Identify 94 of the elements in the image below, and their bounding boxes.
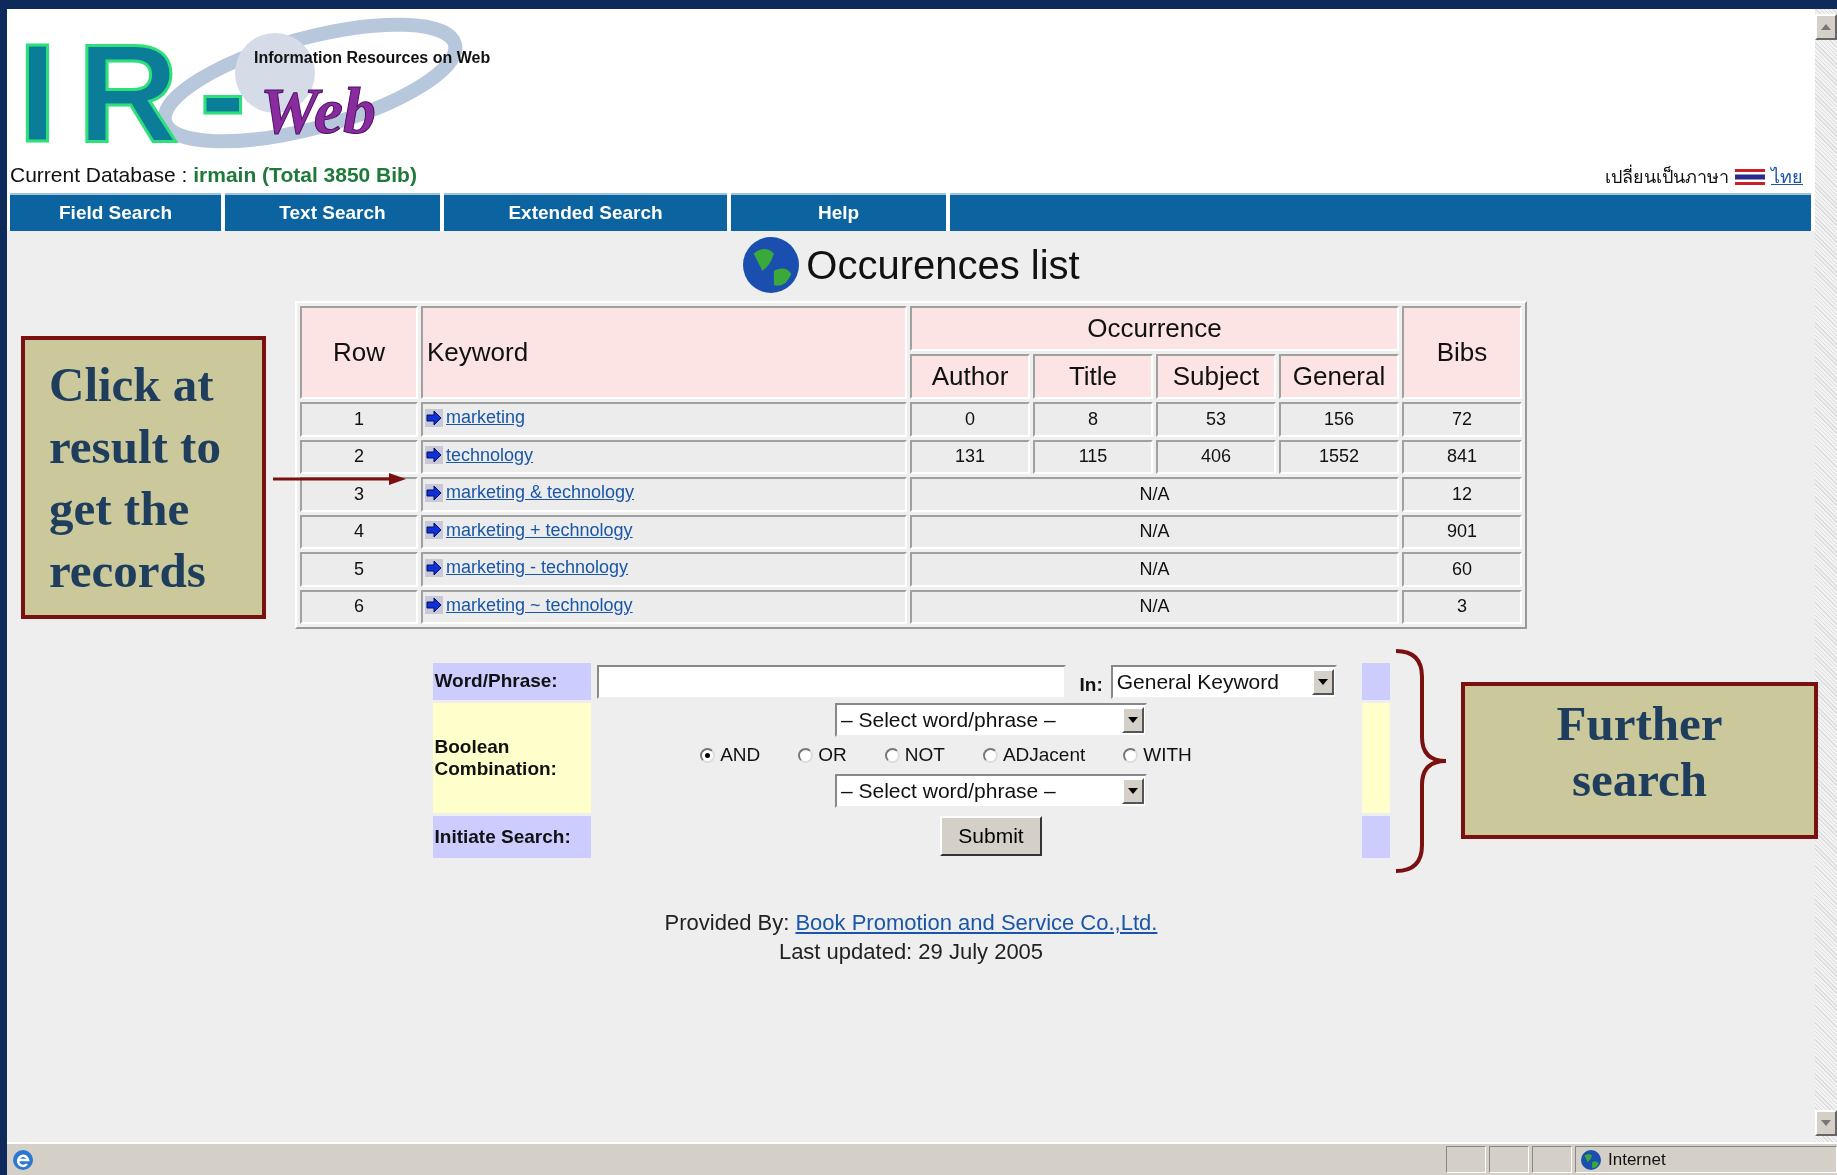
database-name: irmain (Total 3850 Bib): [193, 163, 417, 186]
scroll-up-button[interactable]: [1815, 14, 1837, 40]
flag-icon: [1735, 169, 1765, 185]
status-pane: [1446, 1146, 1486, 1173]
nav-tab[interactable]: Extended Search: [444, 192, 727, 231]
callout-note: Click at result to get the records: [21, 336, 266, 619]
arrow-icon: [425, 521, 443, 539]
status-pane: [1489, 1146, 1529, 1173]
input-field[interactable]: [596, 664, 1066, 699]
field-label: Initiate Search:: [432, 816, 591, 858]
arrow-icon: [425, 596, 443, 614]
page-title: Occurences list: [806, 242, 1080, 289]
logo-text: IR-: [18, 14, 246, 159]
keyword-link[interactable]: technology: [446, 441, 534, 469]
table-cell: 12: [1402, 477, 1522, 512]
table-cell: 1: [300, 402, 418, 437]
nav-tab[interactable]: Help: [731, 192, 946, 231]
table-cell: 53: [1156, 402, 1276, 437]
provider-link[interactable]: Book Promotion and Service Co.,Ltd.: [795, 910, 1158, 935]
radio-button[interactable]: [700, 747, 716, 763]
table-cell: 3: [1402, 589, 1522, 624]
radio-option[interactable]: NOT: [884, 741, 945, 770]
table-cell: 841: [1402, 439, 1522, 474]
field-label: Word/Phrase:: [432, 663, 591, 700]
column-header: Title: [1033, 354, 1153, 399]
field-label: In:: [1079, 673, 1103, 698]
column-header: Subject: [1156, 354, 1276, 399]
table-cell: 72: [1402, 402, 1522, 437]
globe-icon: [742, 236, 801, 294]
table-cell: 6: [300, 589, 418, 624]
arrow-icon: [425, 558, 443, 577]
radio-button[interactable]: [1123, 747, 1139, 763]
table-cell: N/A: [910, 477, 1399, 512]
scrollbar[interactable]: [1815, 9, 1837, 1142]
field-label: Boolean Combination:: [432, 703, 591, 813]
arrow-icon: [425, 408, 443, 427]
triangle-icon: [1821, 1120, 1831, 1126]
table-cell: 1552: [1279, 439, 1399, 474]
caret-icon: [1128, 717, 1138, 723]
globe-icon: [1580, 1148, 1602, 1171]
table-cell: N/A: [910, 514, 1399, 549]
triangle-icon: [1821, 24, 1831, 30]
table-cell: 901: [1402, 514, 1522, 549]
last-updated-text: Last updated: 29 July 2005: [777, 938, 1045, 966]
dropdown[interactable]: – Select word/phrase –: [835, 773, 1147, 808]
table-cell: 60: [1402, 552, 1522, 587]
zone-label: Internet: [1608, 1148, 1666, 1171]
radio-option[interactable]: ADJacent: [982, 741, 1086, 770]
status-pane: [1532, 1146, 1572, 1173]
table-cell: 3: [300, 477, 418, 512]
nav-tab[interactable]: Text Search: [225, 192, 440, 231]
provided-by-text: Provided By: Book Promotion and Service Co.,Ltd.: [664, 909, 1158, 937]
column-group-header: Occurrence: [910, 306, 1399, 351]
radio-button[interactable]: [884, 747, 900, 763]
language-link[interactable]: ไทย: [1771, 163, 1803, 191]
column-header: Keyword: [421, 306, 907, 399]
radio-button[interactable]: [798, 747, 814, 763]
radio-option[interactable]: AND: [700, 741, 761, 770]
table-cell: 8: [1033, 402, 1153, 437]
callout-note: Further search: [1461, 682, 1818, 839]
tagline: Information Resources on Web: [254, 49, 490, 66]
column-header: Row: [300, 306, 418, 399]
table-cell: 115: [1033, 439, 1153, 474]
dropdown[interactable]: – Select word/phrase –: [835, 703, 1147, 737]
table-cell: N/A: [910, 589, 1399, 624]
label-strip: [1361, 816, 1390, 858]
radio-option[interactable]: OR: [798, 741, 847, 770]
column-header: Bibs: [1402, 306, 1522, 399]
radio-option[interactable]: WITH: [1123, 741, 1192, 770]
nav-tab[interactable]: Field Search: [10, 192, 221, 231]
table-cell: 5: [300, 552, 418, 587]
logo-text: Web: [260, 74, 377, 147]
arrow-icon: [425, 446, 443, 464]
page-icon: [11, 1147, 35, 1172]
language-label: เปลี่ยนเป็นภาษา: [1605, 163, 1729, 189]
arrow-icon: [425, 483, 443, 502]
caret-icon: [1317, 678, 1328, 685]
table-cell: 2: [300, 439, 418, 474]
scroll-down-button[interactable]: [1815, 1110, 1837, 1136]
table-cell: 406: [1156, 439, 1276, 474]
caret-icon: [1128, 787, 1138, 794]
submit-button[interactable]: Submit: [940, 816, 1042, 856]
table-cell: 4: [300, 514, 418, 549]
table-cell: 131: [910, 439, 1030, 474]
dropdown[interactable]: General Keyword: [1110, 664, 1337, 699]
column-header: General: [1279, 354, 1399, 399]
table-cell: N/A: [910, 552, 1399, 587]
table-cell: 156: [1279, 402, 1399, 437]
label-strip: [1361, 663, 1390, 700]
radio-button[interactable]: [982, 747, 998, 763]
database-label: Current Database :: [10, 163, 189, 186]
table-cell: 0: [910, 402, 1030, 437]
column-header: Author: [910, 354, 1030, 399]
keyword-link[interactable]: marketing: [446, 404, 526, 431]
